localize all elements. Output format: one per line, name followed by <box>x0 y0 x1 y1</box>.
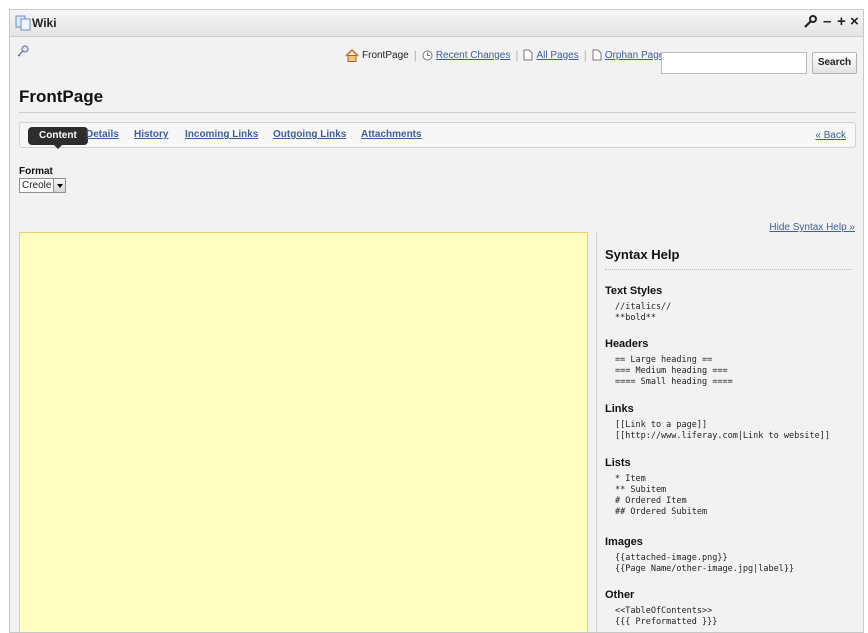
syntax-example: <<TableOfContents>> {{{ Preformatted }}} <box>615 606 718 627</box>
page-tabs: Content Details History Incoming Links O… <box>19 122 856 149</box>
top-navigation: FrontPage | Recent Changes | All Pages | <box>345 48 669 62</box>
title-divider <box>19 112 856 113</box>
search-button[interactable]: Search <box>812 52 857 74</box>
nav-divider: | <box>413 48 417 62</box>
syntax-section-heading: Links <box>605 403 634 415</box>
syntax-example: == Large heading == === Medium heading =… <box>615 355 733 387</box>
tab-history[interactable]: History <box>134 129 168 140</box>
nav-divider: | <box>583 48 587 62</box>
syntax-help-panel: Syntax Help Text Styles //italics// **bo… <box>596 232 857 632</box>
tab-content[interactable]: Content <box>28 127 88 149</box>
dropdown-arrow-icon <box>53 179 65 192</box>
syntax-help-title: Syntax Help <box>605 247 680 262</box>
portlet-titlebar: Wiki – + × <box>10 10 863 37</box>
orphan-page-icon <box>592 49 602 61</box>
syntax-section-links: Links [[Link to a page]] [[http://www.li… <box>605 403 830 442</box>
format-label: Format <box>19 166 53 177</box>
all-pages-label: All Pages <box>536 49 579 61</box>
syntax-section-heading: Lists <box>605 457 631 469</box>
key-icon[interactable] <box>16 44 30 58</box>
syntax-section-images: Images {{attached-image.png}} {{Page Nam… <box>605 536 794 575</box>
syntax-section-heading: Images <box>605 536 643 548</box>
format-selected-value: Creole <box>22 180 52 191</box>
syntax-section-heading: Headers <box>605 338 649 350</box>
syntax-example: {{attached-image.png}} {{Page Name/other… <box>615 553 795 574</box>
front-page-label: FrontPage <box>362 49 409 61</box>
minimize-icon[interactable]: – <box>823 13 831 31</box>
recent-changes-label: Recent Changes <box>435 49 511 61</box>
syntax-section-other: Other <<TableOfContents>> {{{ Preformatt… <box>605 589 717 628</box>
tab-incoming-links[interactable]: Incoming Links <box>185 129 258 140</box>
syntax-example: //italics// **bold** <box>615 302 672 323</box>
wiki-toolbar: FrontPage | Recent Changes | All Pages | <box>10 38 863 78</box>
wiki-icon <box>15 15 32 31</box>
all-pages-link[interactable]: All Pages <box>523 49 579 61</box>
search-input[interactable] <box>661 52 807 74</box>
syntax-example: [[Link to a page]] [[http://www.liferay.… <box>615 420 830 441</box>
home-icon <box>345 48 359 62</box>
front-page-link[interactable]: FrontPage <box>345 48 409 62</box>
clock-icon <box>422 50 433 60</box>
tab-outgoing-links[interactable]: Outgoing Links <box>273 129 346 140</box>
content-editor[interactable] <box>19 232 588 632</box>
syntax-section-headers: Headers == Large heading == === Medium h… <box>605 338 733 388</box>
maximize-icon[interactable]: + <box>837 13 846 31</box>
recent-changes-link[interactable]: Recent Changes <box>422 49 511 61</box>
back-link[interactable]: « Back <box>815 130 846 141</box>
page-title: FrontPage <box>19 87 104 106</box>
syntax-section-heading: Other <box>605 589 635 601</box>
page-icon <box>523 49 533 61</box>
configure-icon[interactable] <box>803 13 817 34</box>
tab-attachments[interactable]: Attachments <box>361 129 422 140</box>
orphan-pages-label: Orphan Pages <box>604 49 670 61</box>
syntax-section-text-styles: Text Styles //italics// **bold** <box>605 285 671 324</box>
orphan-pages-link[interactable]: Orphan Pages <box>592 49 670 61</box>
format-select[interactable]: Creole <box>19 178 66 193</box>
syntax-example: * Item ** Subitem # Ordered Item ## Orde… <box>615 474 708 517</box>
tab-details[interactable]: Details <box>86 129 119 140</box>
nav-divider: | <box>515 48 519 62</box>
portlet-title: Wiki <box>32 16 57 30</box>
syntax-section-lists: Lists * Item ** Subitem # Ordered Item #… <box>605 457 707 518</box>
syntax-section-heading: Text Styles <box>605 285 663 297</box>
close-icon[interactable]: × <box>850 13 859 31</box>
syntax-help-divider <box>605 269 853 270</box>
wiki-portlet: Wiki – + × FrontPage | Recent Changes | … <box>9 9 864 633</box>
